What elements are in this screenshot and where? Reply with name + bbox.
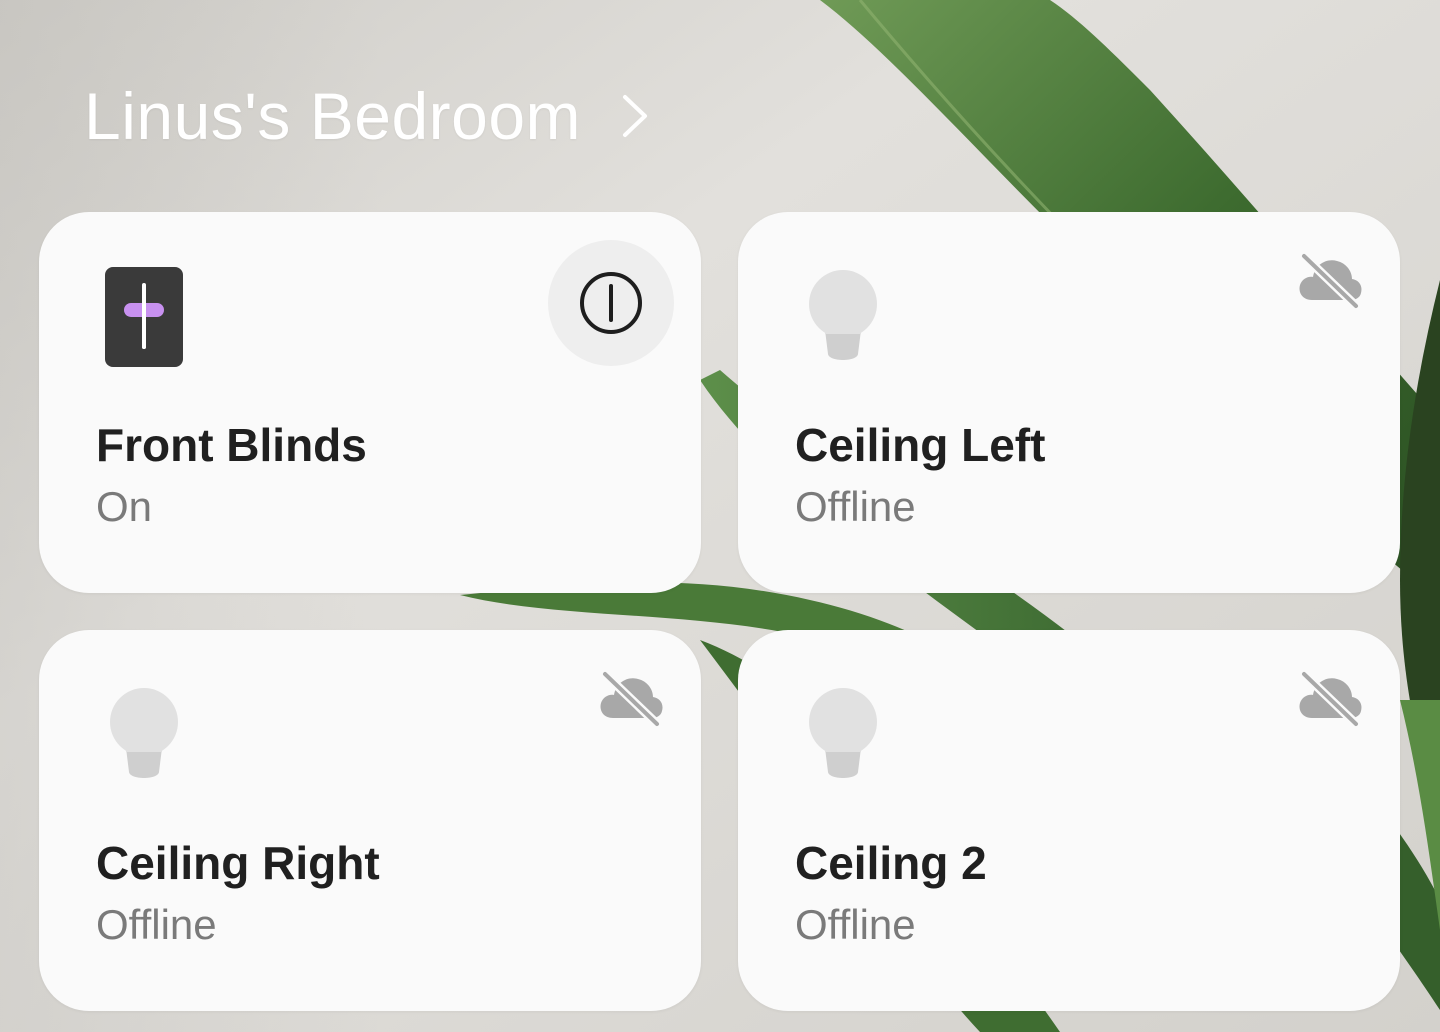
device-status: Offline [795, 483, 916, 530]
device-status: Offline [795, 901, 916, 948]
cloud-off-icon [1299, 669, 1362, 728]
room-header[interactable]: Linus's Bedroom [84, 78, 655, 154]
device-card-ceiling-left[interactable]: Ceiling Left Offline [738, 212, 1400, 593]
power-icon [580, 272, 642, 334]
light-bulb-icon [809, 688, 877, 778]
device-card-ceiling-right[interactable]: Ceiling Right Offline [39, 630, 701, 1011]
device-status: On [96, 483, 153, 530]
device-status: Offline [96, 901, 217, 948]
room-title: Linus's Bedroom [84, 79, 582, 153]
device-name: Ceiling 2 [795, 837, 987, 889]
cloud-off-icon [600, 669, 663, 728]
device-card-front-blinds[interactable]: Front Blinds On [39, 212, 701, 593]
power-button[interactable] [548, 240, 674, 366]
cloud-off-icon [1299, 251, 1362, 310]
chevron-right-icon [623, 95, 648, 137]
light-bulb-icon [110, 688, 178, 778]
device-name: Front Blinds [96, 419, 367, 471]
device-name: Ceiling Right [96, 837, 380, 889]
device-card-ceiling-2[interactable]: Ceiling 2 Offline [738, 630, 1400, 1011]
light-bulb-icon [809, 270, 877, 360]
blinds-icon [105, 267, 183, 367]
device-name: Ceiling Left [795, 419, 1046, 471]
